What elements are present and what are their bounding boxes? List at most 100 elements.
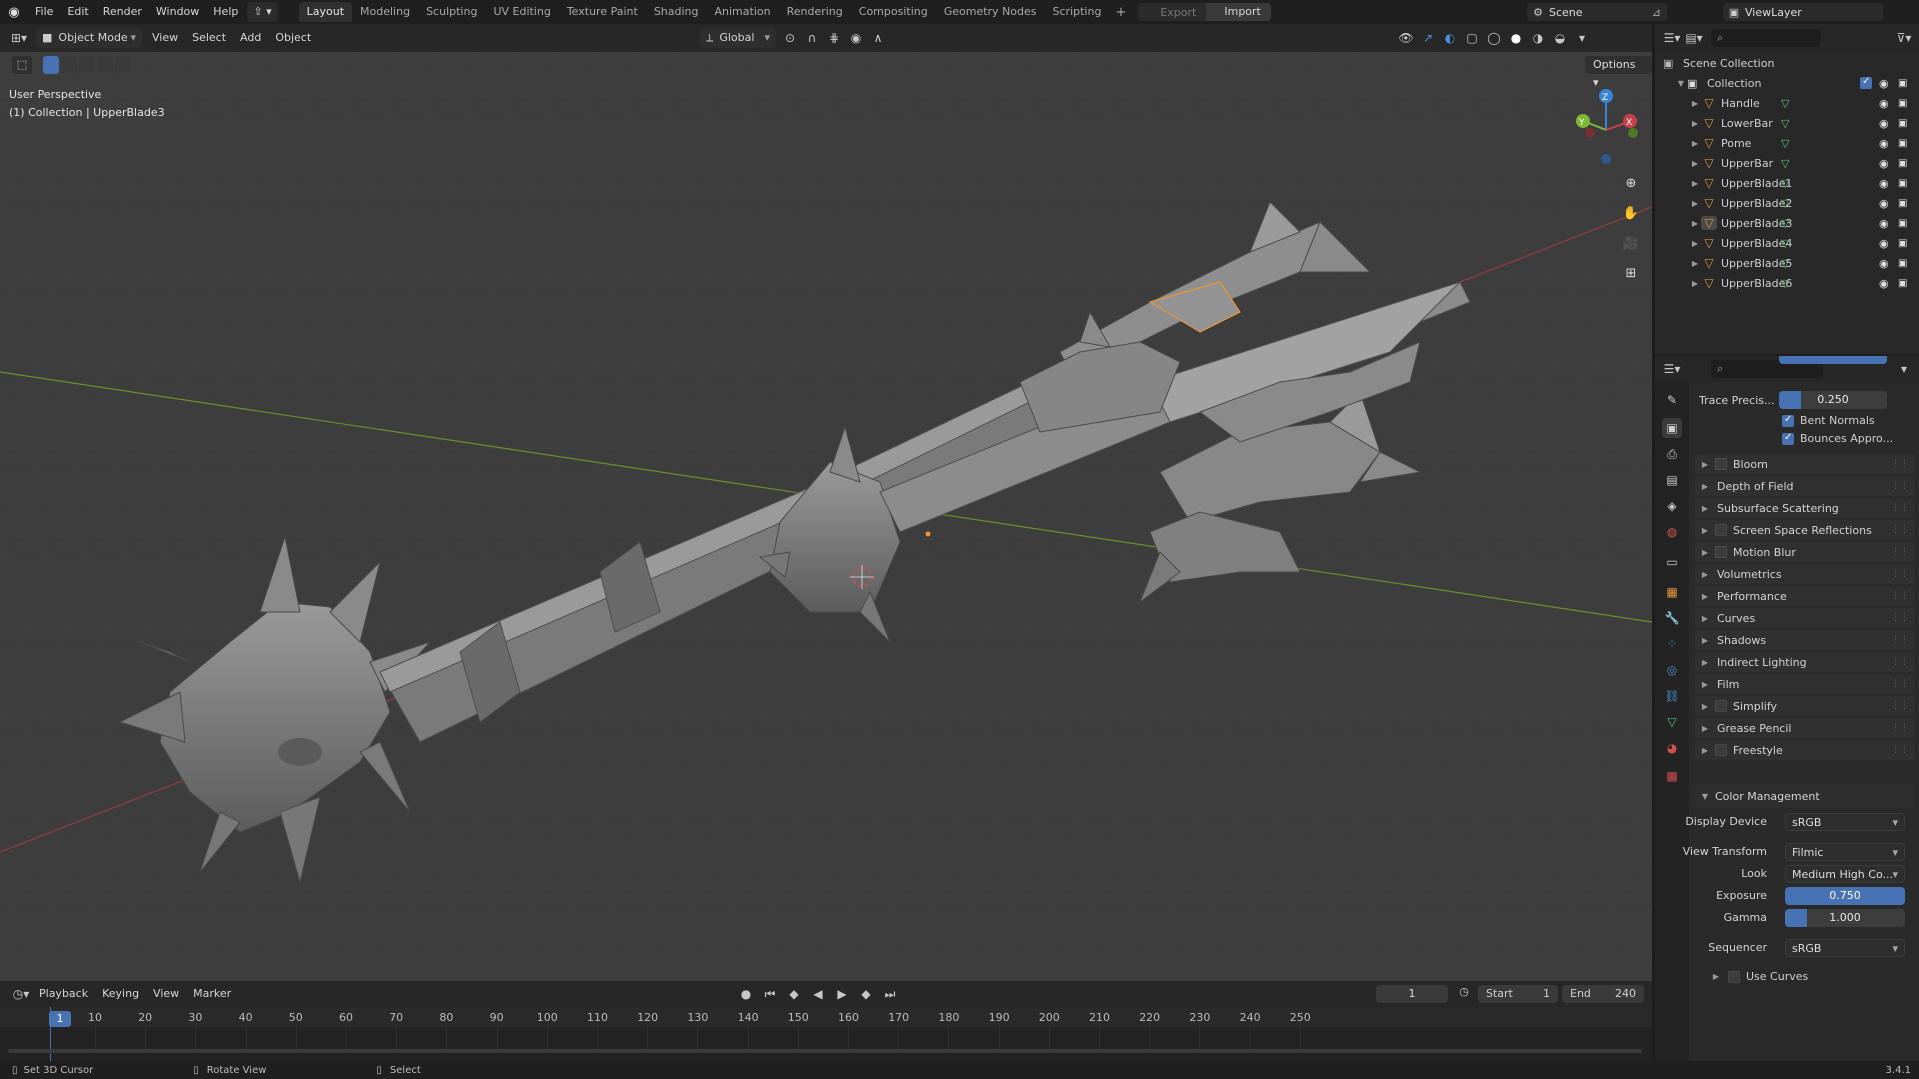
- next-keyframe-icon[interactable]: ◆: [855, 984, 877, 1004]
- view-layer-selector[interactable]: ▣ ViewLayer: [1723, 3, 1883, 21]
- drag-handle-icon[interactable]: ⋮⋮: [1891, 679, 1909, 689]
- mesh-data-icon[interactable]: ▽: [1781, 97, 1789, 110]
- render-tab-icon[interactable]: ▣: [1662, 418, 1682, 438]
- import-button[interactable]: Import: [1206, 3, 1271, 21]
- tab-scripting[interactable]: Scripting: [1045, 2, 1110, 22]
- constraints-tab-icon[interactable]: ⛓: [1662, 686, 1682, 706]
- quick-upload-icon[interactable]: ⇧ ▾: [247, 2, 278, 22]
- perspective-toggle-icon[interactable]: ⊞: [1619, 262, 1643, 286]
- bent-normals-checkbox[interactable]: [1782, 414, 1794, 427]
- camera-icon[interactable]: ▣: [1898, 78, 1907, 89]
- use-curves-checkbox[interactable]: [1728, 970, 1740, 983]
- drag-handle-icon[interactable]: ⋮⋮: [1891, 569, 1909, 579]
- expand-icon[interactable]: ▶: [1689, 219, 1701, 228]
- prev-keyframe-icon[interactable]: ◆: [783, 984, 805, 1004]
- material-shading-icon[interactable]: ◑: [1527, 28, 1549, 48]
- shadows-panel-header[interactable]: ▶ Shadows ⋮⋮: [1695, 630, 1915, 650]
- proportional-edit-icon[interactable]: ◉: [845, 28, 867, 48]
- data-tab-icon[interactable]: ▽: [1662, 712, 1682, 732]
- menu-window[interactable]: Window: [149, 0, 206, 24]
- expand-icon[interactable]: ▶: [1689, 259, 1701, 268]
- grease-pencil-panel-header[interactable]: ▶ Grease Pencil ⋮⋮: [1695, 718, 1915, 738]
- menu-add[interactable]: Add: [233, 26, 268, 50]
- partial-slider[interactable]: [1779, 356, 1887, 364]
- mesh-data-icon[interactable]: ▽: [1781, 117, 1789, 130]
- outliner-row-upperblade1[interactable]: ▶ ▽ UpperBlade1 ▽ ◉ ▣: [1655, 173, 1919, 193]
- collection-exclude-checkbox[interactable]: [1860, 76, 1872, 89]
- scene-selector[interactable]: ⚙ Scene ⊿: [1527, 3, 1667, 21]
- camera-icon[interactable]: ▣: [1898, 138, 1907, 149]
- pan-hand-icon[interactable]: ✋: [1619, 202, 1643, 226]
- menu-marker[interactable]: Marker: [186, 982, 238, 1006]
- screen-space-reflections-panel-header[interactable]: ▶ Screen Space Reflections ⋮⋮: [1695, 520, 1915, 540]
- drag-handle-icon[interactable]: ⋮⋮: [1891, 745, 1909, 755]
- output-tab-icon[interactable]: ⎙: [1662, 444, 1682, 464]
- current-frame-field[interactable]: 1: [1376, 985, 1448, 1003]
- tab-uv-editing[interactable]: UV Editing: [485, 2, 558, 22]
- camera-icon[interactable]: ▣: [1898, 198, 1907, 209]
- gizmo-icon[interactable]: ↗: [1417, 28, 1439, 48]
- mesh-data-icon[interactable]: ▽: [1781, 237, 1789, 250]
- menu-select[interactable]: Select: [185, 26, 233, 50]
- menu-edit[interactable]: Edit: [60, 0, 95, 24]
- timeline-editor-icon[interactable]: ◷▾: [10, 984, 32, 1004]
- look-dropdown[interactable]: Medium High Co... ▾: [1785, 865, 1905, 883]
- camera-icon[interactable]: ▣: [1898, 178, 1907, 189]
- drag-handle-icon[interactable]: ⋮⋮: [1891, 657, 1909, 667]
- add-workspace-icon[interactable]: +: [1109, 5, 1132, 20]
- blender-logo-icon[interactable]: ◉: [0, 5, 28, 20]
- particles-tab-icon[interactable]: ⁘: [1662, 634, 1682, 654]
- expand-icon[interactable]: ▶: [1689, 159, 1701, 168]
- tab-sculpting[interactable]: Sculpting: [418, 2, 485, 22]
- depth-of-field-panel-header[interactable]: ▶ Depth of Field ⋮⋮: [1695, 476, 1915, 496]
- mesh-data-icon[interactable]: ▽: [1781, 137, 1789, 150]
- eye-icon[interactable]: ◉: [1879, 137, 1889, 150]
- menu-timeline-view[interactable]: View: [146, 982, 186, 1006]
- mesh-data-icon[interactable]: ▽: [1781, 177, 1789, 190]
- options-dropdown[interactable]: Options ▾: [1585, 56, 1652, 89]
- trace-precision-field[interactable]: 0.250: [1779, 391, 1887, 409]
- outliner-row-upperblade2[interactable]: ▶ ▽ UpperBlade2 ▽ ◉ ▣: [1655, 193, 1919, 213]
- playhead[interactable]: 1: [49, 1011, 71, 1027]
- drag-handle-icon[interactable]: ⋮⋮: [1891, 459, 1909, 469]
- film-panel-header[interactable]: ▶ Film ⋮⋮: [1695, 674, 1915, 694]
- snap-target-icon[interactable]: ⋕: [823, 28, 845, 48]
- xray-icon[interactable]: ▢: [1461, 28, 1483, 48]
- freestyle-panel-header[interactable]: ▶ Freestyle ⋮⋮: [1695, 740, 1915, 760]
- display-device-dropdown[interactable]: sRGB ▾: [1785, 813, 1905, 831]
- expand-icon[interactable]: ▶: [1689, 139, 1701, 148]
- select-new-icon[interactable]: [43, 56, 59, 74]
- export-button[interactable]: Export: [1138, 6, 1206, 19]
- expand-icon[interactable]: ▶: [1689, 179, 1701, 188]
- outliner-row-upperblade6[interactable]: ▶ ▽ UpperBlade6 ▽ ◉ ▣: [1655, 273, 1919, 293]
- tab-texture-paint[interactable]: Texture Paint: [559, 2, 646, 22]
- tab-layout[interactable]: Layout: [298, 2, 353, 22]
- menu-render[interactable]: Render: [96, 0, 149, 24]
- object-mode-dropdown[interactable]: ■ Object Mode ▾: [36, 28, 142, 48]
- expand-icon[interactable]: ▶: [1689, 119, 1701, 128]
- mesh-data-icon[interactable]: ▽: [1781, 217, 1789, 230]
- mesh-data-icon[interactable]: ▽: [1781, 277, 1789, 290]
- expand-icon[interactable]: ▶: [1689, 239, 1701, 248]
- mesh-data-icon[interactable]: ▽: [1781, 257, 1789, 270]
- overlay-icon[interactable]: ◐: [1439, 28, 1461, 48]
- view-layer-tab-icon[interactable]: ▤: [1662, 470, 1682, 490]
- menu-playback[interactable]: Playback: [32, 982, 95, 1006]
- material-tab-icon[interactable]: ◕: [1662, 738, 1682, 758]
- scene-collection-row[interactable]: ▣ Scene Collection: [1655, 53, 1919, 73]
- jump-end-icon[interactable]: ⏭: [879, 984, 901, 1004]
- camera-view-icon[interactable]: 🎥: [1619, 232, 1643, 256]
- camera-icon[interactable]: ▣: [1898, 158, 1907, 169]
- eye-icon[interactable]: ◉: [1879, 277, 1889, 290]
- view-transform-dropdown[interactable]: Filmic ▾: [1785, 843, 1905, 861]
- properties-editor-icon[interactable]: ☰▾: [1661, 359, 1683, 379]
- eye-icon[interactable]: ◉: [1879, 257, 1889, 270]
- expand-icon[interactable]: ▶: [1689, 199, 1701, 208]
- bounces-approx-checkbox[interactable]: [1782, 432, 1794, 445]
- mesh-data-icon[interactable]: ▽: [1781, 157, 1789, 170]
- drag-handle-icon[interactable]: ⋮⋮: [1891, 613, 1909, 623]
- snap-icon[interactable]: ∩: [801, 28, 823, 48]
- jump-start-icon[interactable]: ⏮: [759, 984, 781, 1004]
- end-frame-field[interactable]: End 240: [1562, 985, 1644, 1003]
- gamma-field[interactable]: 1.000: [1785, 909, 1905, 927]
